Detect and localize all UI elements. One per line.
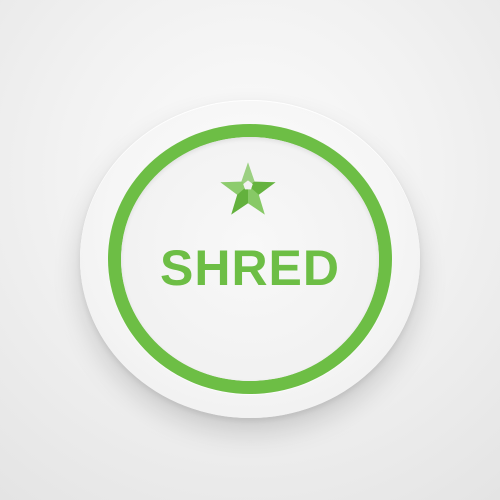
shred-button[interactable]: SHRED — [80, 100, 420, 418]
shred-label: SHRED — [159, 240, 341, 296]
app-canvas: SHRED — [0, 0, 500, 500]
star-icon — [220, 162, 276, 215]
